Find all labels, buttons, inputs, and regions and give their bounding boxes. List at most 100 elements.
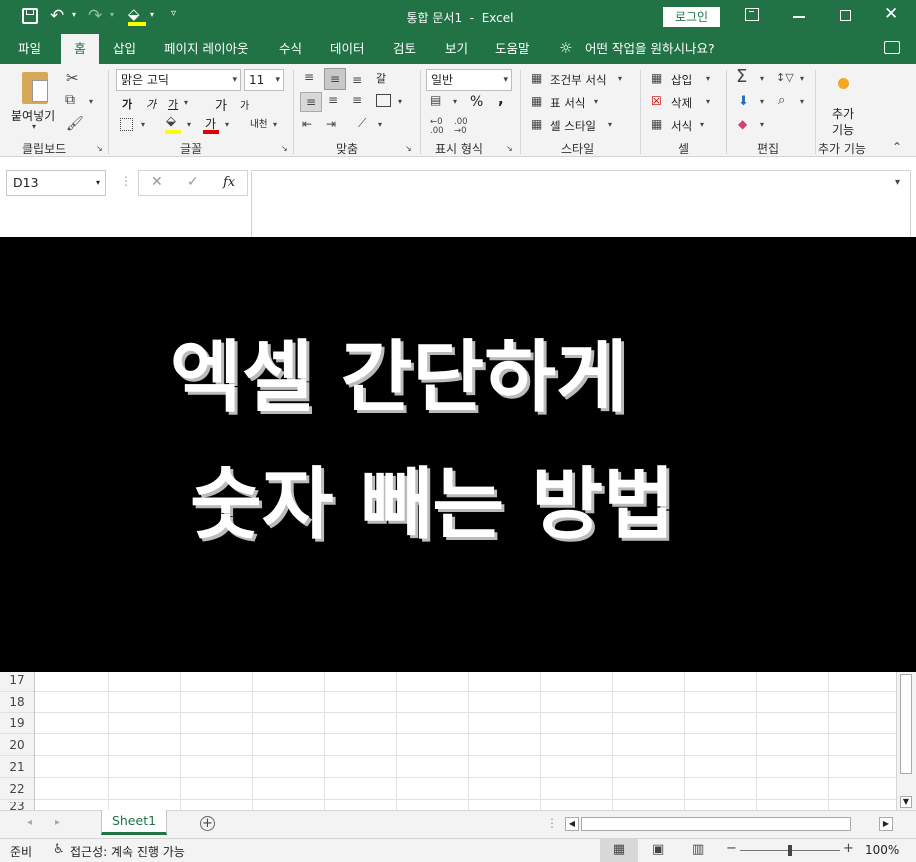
- fill-color-dropdown-icon[interactable]: ▾: [187, 120, 191, 129]
- align-top-icon[interactable]: ≡: [304, 70, 314, 84]
- format-dropdown-icon[interactable]: ▾: [700, 120, 704, 129]
- normal-view-icon[interactable]: ▦: [600, 839, 638, 862]
- format-cells-button[interactable]: 서식: [671, 118, 692, 134]
- number-format-combo[interactable]: 일반 ▾: [426, 69, 512, 91]
- increase-decimal-icon[interactable]: ←0.00: [430, 118, 444, 136]
- save-icon[interactable]: [22, 8, 38, 24]
- align-center-icon[interactable]: ≡: [328, 93, 338, 107]
- number-launcher-icon[interactable]: ↘: [506, 144, 513, 153]
- tell-me-search[interactable]: 어떤 작업을 원하시나요?: [585, 34, 715, 64]
- find-select-icon[interactable]: ⌕: [778, 93, 785, 108]
- tab-file[interactable]: 파일: [18, 34, 41, 64]
- row-header[interactable]: 21: [0, 760, 34, 774]
- scroll-down-icon[interactable]: ▼: [900, 796, 912, 808]
- worksheet-grid[interactable]: 17 18 19 20 21 22 23 ▼: [0, 672, 916, 810]
- decrease-decimal-icon[interactable]: .00 →0: [454, 118, 468, 136]
- scroll-thumb[interactable]: [900, 674, 912, 774]
- conditional-format-button[interactable]: 조건부 서식: [550, 72, 607, 88]
- borders-dropdown-icon[interactable]: ▾: [141, 120, 145, 129]
- accounting-format-icon[interactable]: ▤: [430, 93, 441, 107]
- comma-style-button[interactable]: ,: [498, 90, 504, 108]
- delete-dropdown-icon[interactable]: ▾: [706, 97, 710, 106]
- zoom-slider[interactable]: [740, 845, 840, 856]
- phonetic-button[interactable]: 내천: [250, 116, 267, 130]
- clear-dropdown-icon[interactable]: ▾: [760, 120, 764, 129]
- copy-icon[interactable]: ⧉: [65, 92, 75, 108]
- format-as-table-button[interactable]: 표 서식: [550, 95, 585, 111]
- page-break-view-icon[interactable]: ▥: [692, 842, 704, 857]
- row-header[interactable]: 23: [0, 802, 34, 810]
- horizontal-scrollbar[interactable]: ◀ ▶: [565, 817, 895, 833]
- increase-indent-icon[interactable]: ⇥: [326, 117, 336, 131]
- percent-style-button[interactable]: %: [470, 94, 483, 110]
- page-layout-view-icon[interactable]: ▣: [652, 842, 664, 857]
- fill-color-icon[interactable]: ⬙: [128, 5, 140, 23]
- zoom-slider-thumb[interactable]: [788, 845, 792, 856]
- row-header[interactable]: 19: [0, 716, 34, 730]
- tab-view[interactable]: 보기: [445, 34, 468, 64]
- fill-dropdown-icon[interactable]: ▾: [760, 97, 764, 106]
- undo-icon[interactable]: ↶: [50, 6, 64, 26]
- format-painter-icon[interactable]: 🖌: [66, 116, 84, 132]
- ribbon-display-icon[interactable]: [745, 8, 759, 21]
- tab-split-icon[interactable]: ⋮: [546, 816, 558, 830]
- login-button[interactable]: 로그인: [663, 7, 720, 27]
- copy-dropdown-icon[interactable]: ▾: [89, 97, 93, 106]
- orientation-icon[interactable]: ⟋: [358, 116, 366, 131]
- formula-input[interactable]: [251, 170, 911, 237]
- minimize-icon[interactable]: [793, 16, 805, 18]
- phonetic-dropdown-icon[interactable]: ▾: [273, 120, 277, 129]
- font-size-combo[interactable]: 11 ▾: [244, 69, 284, 91]
- autosum-dropdown-icon[interactable]: ▾: [760, 74, 764, 83]
- insert-cells-button[interactable]: 삽입: [671, 72, 692, 88]
- paste-dropdown-icon[interactable]: ▾: [32, 122, 36, 131]
- conditional-dropdown-icon[interactable]: ▾: [618, 74, 622, 83]
- paste-icon[interactable]: [22, 72, 48, 104]
- row-header[interactable]: 17: [0, 673, 34, 687]
- insert-function-icon[interactable]: fx: [223, 175, 235, 190]
- maximize-icon[interactable]: [840, 10, 851, 21]
- scroll-tabs-right-icon[interactable]: ▸: [55, 817, 60, 828]
- fill-down-icon[interactable]: ⬇: [738, 94, 749, 109]
- zoom-out-icon[interactable]: −: [726, 841, 737, 856]
- align-left-icon[interactable]: ≡: [300, 92, 322, 112]
- underline-dropdown-icon[interactable]: ▾: [184, 98, 188, 107]
- align-middle-icon[interactable]: ≡: [324, 68, 346, 90]
- tab-insert[interactable]: 삽입: [113, 34, 136, 64]
- accessibility-icon[interactable]: ♿: [53, 842, 65, 857]
- insert-dropdown-icon[interactable]: ▾: [706, 74, 710, 83]
- find-dropdown-icon[interactable]: ▾: [800, 97, 804, 106]
- decrease-indent-icon[interactable]: ⇤: [302, 117, 312, 131]
- delete-cells-button[interactable]: 삭제: [671, 95, 692, 111]
- orientation-dropdown-icon[interactable]: ▾: [378, 120, 382, 129]
- redo-dropdown-icon[interactable]: ▾: [110, 10, 114, 19]
- cut-icon[interactable]: ✂: [66, 69, 79, 87]
- redo-icon[interactable]: ↷: [88, 6, 102, 26]
- zoom-level[interactable]: 100%: [865, 843, 899, 857]
- sort-filter-icon[interactable]: ↕▽: [776, 71, 794, 84]
- enter-icon[interactable]: ✓: [187, 174, 199, 190]
- clipboard-launcher-icon[interactable]: ↘: [96, 144, 103, 153]
- close-icon[interactable]: ✕: [884, 4, 898, 24]
- borders-icon[interactable]: [120, 118, 133, 131]
- row-header[interactable]: 20: [0, 738, 34, 752]
- alignment-launcher-icon[interactable]: ↘: [405, 144, 412, 153]
- add-ins-button[interactable]: 추가 기능: [832, 106, 854, 138]
- name-box[interactable]: D13 ▾: [6, 170, 106, 196]
- font-launcher-icon[interactable]: ↘: [281, 144, 288, 153]
- font-name-combo[interactable]: 맑은 고딕 ▾: [116, 69, 241, 91]
- accounting-dropdown-icon[interactable]: ▾: [453, 97, 457, 106]
- tab-page-layout[interactable]: 페이지 레이아웃: [164, 34, 248, 64]
- comments-icon[interactable]: [884, 41, 900, 54]
- clear-icon[interactable]: ◆: [738, 117, 747, 131]
- tab-help[interactable]: 도움말: [495, 34, 530, 64]
- sort-dropdown-icon[interactable]: ▾: [800, 74, 804, 83]
- fill-color-icon[interactable]: ⬙: [166, 114, 176, 129]
- align-right-icon[interactable]: ≡: [352, 93, 362, 107]
- collapse-ribbon-icon[interactable]: ⌃: [892, 140, 902, 154]
- vertical-scrollbar[interactable]: ▼: [896, 672, 916, 810]
- italic-button[interactable]: 가: [146, 96, 156, 112]
- autosum-icon[interactable]: Σ: [736, 66, 747, 87]
- table-dropdown-icon[interactable]: ▾: [594, 97, 598, 106]
- expand-formula-icon[interactable]: ▾: [895, 177, 900, 188]
